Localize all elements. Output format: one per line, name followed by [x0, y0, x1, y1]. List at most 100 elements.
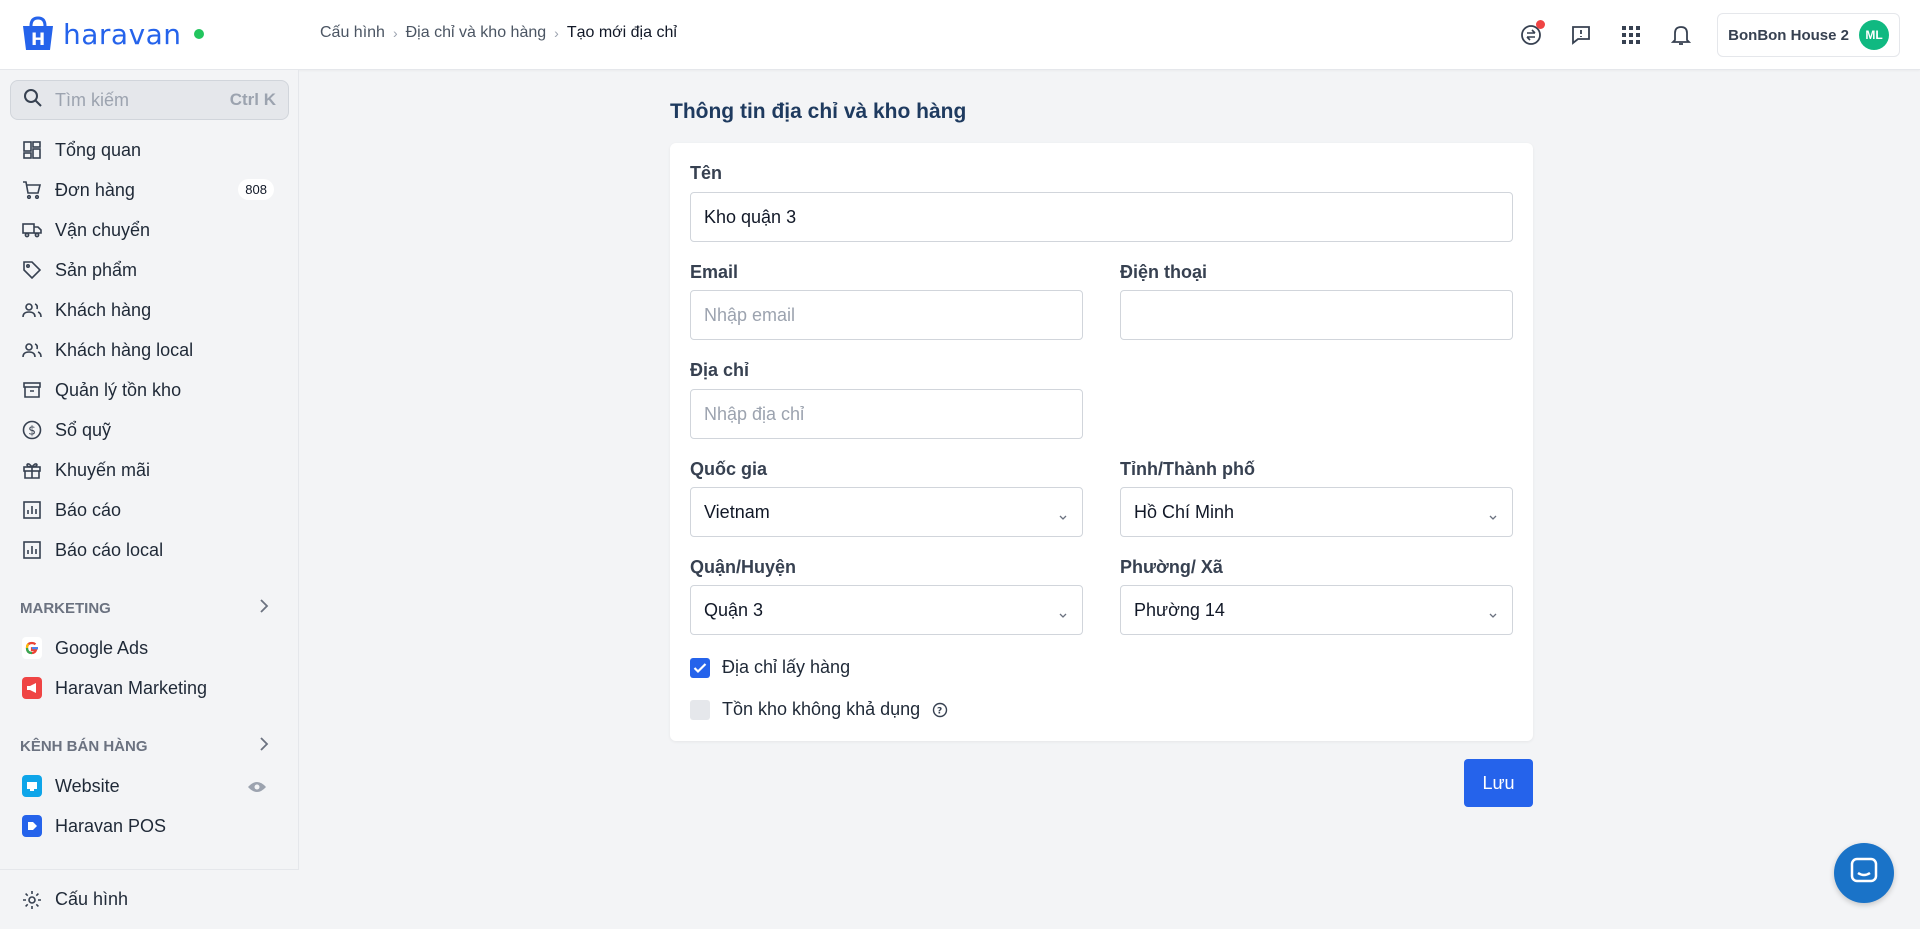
section-title: MARKETING: [20, 599, 111, 617]
chat-support-button[interactable]: [1834, 843, 1894, 903]
save-button[interactable]: Lưu: [1464, 759, 1533, 807]
sidebar-item-google-ads[interactable]: Google Ads: [0, 628, 299, 668]
chevron-down-icon: [1488, 604, 1498, 625]
sidebar-item-label: Đơn hàng: [55, 179, 135, 200]
email-field[interactable]: Nhập email: [690, 290, 1083, 340]
address-form-card: Tên Kho quận 3 Email Nhập email Điện tho…: [670, 143, 1533, 741]
logo-text: haravan: [63, 17, 182, 51]
eye-icon[interactable]: [247, 778, 267, 799]
sidebar-item-customers-local[interactable]: Khách hàng local: [0, 330, 299, 370]
sidebar-item-website[interactable]: Website: [0, 766, 299, 806]
avatar: ML: [1859, 20, 1889, 50]
country-label: Quốc gia: [690, 459, 768, 479]
unavailable-stock-checkbox[interactable]: [690, 699, 710, 720]
gift-icon: [22, 460, 42, 480]
sidebar-item-label: Haravan POS: [55, 815, 167, 836]
dashboard-icon: [22, 140, 42, 160]
chevron-down-icon: [1058, 604, 1068, 625]
breadcrumb-link-config[interactable]: Cấu hình: [320, 24, 385, 42]
sidebar-item-label: Báo cáo: [55, 499, 122, 520]
feedback-icon[interactable]: [1567, 21, 1595, 49]
top-header: H haravan Cấu hình › Địa chỉ và kho hàng…: [0, 0, 1920, 70]
sidebar-item-label: Sổ quỹ: [55, 419, 112, 440]
country-value: Vietnam: [704, 501, 770, 522]
store-switcher[interactable]: BonBon House 2 ML: [1717, 13, 1900, 57]
pickup-address-checkbox[interactable]: [690, 657, 710, 678]
sidebar-item-label: Google Ads: [55, 637, 149, 658]
chart-icon: [22, 540, 42, 560]
sidebar-item-shipping[interactable]: Vận chuyển: [0, 210, 299, 250]
phone-field[interactable]: [1120, 290, 1513, 340]
breadcrumb-link-address[interactable]: Địa chỉ và kho hàng: [406, 24, 547, 42]
section-sales-channels[interactable]: KÊNH BÁN HÀNG: [0, 726, 299, 766]
pos-icon: [22, 815, 42, 837]
unavailable-stock-label: Tồn kho không khả dụng: [722, 699, 921, 719]
breadcrumb-current: Tạo mới địa chỉ: [566, 24, 677, 41]
page-title: Thông tin địa chỉ và kho hàng: [670, 100, 967, 123]
sidebar-item-overview[interactable]: Tổng quan: [0, 130, 299, 170]
orders-count-badge: 808: [238, 179, 274, 200]
sidebar-nav: Tổng quan Đơn hàng 808 Vận chuyển Sản ph…: [0, 130, 299, 846]
sidebar-item-inventory[interactable]: Quản lý tồn kho: [0, 370, 299, 410]
sidebar-item-label: Cấu hình: [55, 889, 129, 909]
sidebar-item-cashbook[interactable]: $ Sổ quỹ: [0, 410, 299, 450]
notification-dot: [1536, 20, 1546, 29]
search-shortcut: Ctrl K: [229, 90, 276, 109]
chevron-down-icon: [1488, 506, 1498, 527]
district-select[interactable]: Quận 3: [690, 585, 1083, 635]
chevron-right-icon: [259, 599, 269, 617]
haravan-logo[interactable]: H haravan: [19, 16, 204, 52]
sidebar-item-promotions[interactable]: Khuyến mãi: [0, 450, 299, 490]
sidebar-item-label: Quản lý tồn kho: [55, 379, 182, 400]
address-label: Địa chỉ: [690, 360, 750, 380]
svg-text:?: ?: [937, 706, 942, 716]
logo-bag-icon: H: [19, 16, 57, 52]
name-field[interactable]: Kho quận 3: [690, 192, 1513, 242]
help-icon[interactable]: ?: [932, 702, 948, 718]
sidebar-item-label: Sản phẩm: [55, 259, 138, 280]
svg-text:H: H: [31, 30, 45, 50]
website-icon: [22, 775, 42, 797]
sidebar-item-customers[interactable]: Khách hàng: [0, 290, 299, 330]
ward-value: Phường 14: [1134, 599, 1225, 620]
sidebar-item-label: Khách hàng: [55, 299, 152, 320]
country-select[interactable]: Vietnam: [690, 487, 1083, 537]
district-label: Quận/Huyện: [690, 557, 797, 577]
pickup-address-option[interactable]: Địa chỉ lấy hàng: [690, 657, 850, 678]
search-input[interactable]: Tìm kiếm Ctrl K: [10, 80, 289, 120]
sidebar-item-label: Haravan Marketing: [55, 677, 208, 698]
apps-grid-icon[interactable]: [1617, 21, 1645, 49]
sidebar-item-products[interactable]: Sản phẩm: [0, 250, 299, 290]
sidebar-item-settings[interactable]: Cấu hình: [0, 869, 299, 929]
transfer-icon[interactable]: [1517, 20, 1546, 49]
truck-icon: [22, 220, 42, 240]
section-marketing[interactable]: MARKETING: [0, 588, 299, 628]
ward-label: Phường/ Xã: [1120, 557, 1223, 577]
sidebar-item-label: Báo cáo local: [55, 539, 164, 560]
breadcrumb: Cấu hình › Địa chỉ và kho hàng › Tạo mới…: [320, 24, 677, 42]
chart-icon: [22, 500, 42, 520]
archive-icon: [22, 380, 42, 400]
users-icon: [22, 340, 42, 360]
sidebar: Tìm kiếm Ctrl K Tổng quan Đơn hàng 808 V…: [0, 70, 299, 929]
district-value: Quận 3: [704, 599, 764, 620]
svg-text:$: $: [28, 424, 36, 438]
sidebar-item-reports[interactable]: Báo cáo: [0, 490, 299, 530]
sidebar-item-reports-local[interactable]: Báo cáo local: [0, 530, 299, 570]
megaphone-icon: [22, 677, 42, 699]
sidebar-item-label: Tổng quan: [55, 139, 142, 160]
sidebar-item-orders[interactable]: Đơn hàng 808: [0, 170, 299, 210]
unavailable-stock-option[interactable]: Tồn kho không khả dụng ?: [690, 699, 948, 720]
ward-select[interactable]: Phường 14: [1120, 585, 1513, 635]
sidebar-item-label: Vận chuyển: [55, 219, 151, 240]
bell-icon[interactable]: [1667, 21, 1695, 49]
province-select[interactable]: Hồ Chí Minh: [1120, 487, 1513, 537]
sidebar-item-haravan-marketing[interactable]: Haravan Marketing: [0, 668, 299, 708]
sidebar-item-label: Khuyến mãi: [55, 459, 151, 480]
status-dot: [193, 29, 204, 39]
cart-icon: [22, 180, 42, 200]
chevron-right-icon: [259, 737, 269, 755]
search-icon: [23, 88, 43, 113]
address-field[interactable]: Nhập địa chỉ: [690, 389, 1083, 439]
sidebar-item-haravan-pos[interactable]: Haravan POS: [0, 806, 299, 846]
